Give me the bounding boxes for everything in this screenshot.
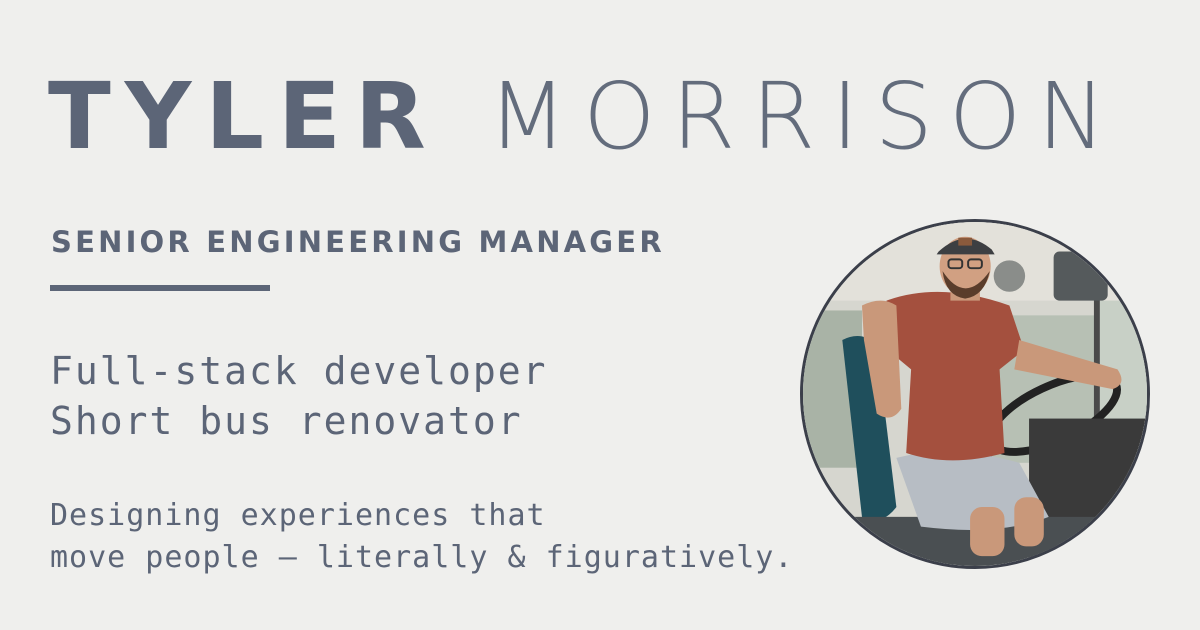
- tagline: Designing experiences that move people —…: [50, 495, 793, 579]
- role-line: Short bus renovator: [50, 399, 523, 443]
- role-line: Full-stack developer: [50, 349, 548, 393]
- profile-photo: [800, 219, 1150, 569]
- person-name: TYLER MORRISON: [48, 62, 1122, 172]
- tagline-line: move people — literally & figuratively.: [50, 540, 794, 575]
- roles-list: Full-stack developer Short bus renovator: [50, 346, 548, 446]
- tagline-line: Designing experiences that: [50, 498, 546, 533]
- last-name: MORRISON: [487, 63, 1123, 170]
- divider: [50, 285, 270, 291]
- job-title: SENIOR ENGINEERING MANAGER: [51, 225, 665, 259]
- first-name: TYLER: [48, 63, 440, 170]
- profile-photo-illustration: [803, 222, 1147, 566]
